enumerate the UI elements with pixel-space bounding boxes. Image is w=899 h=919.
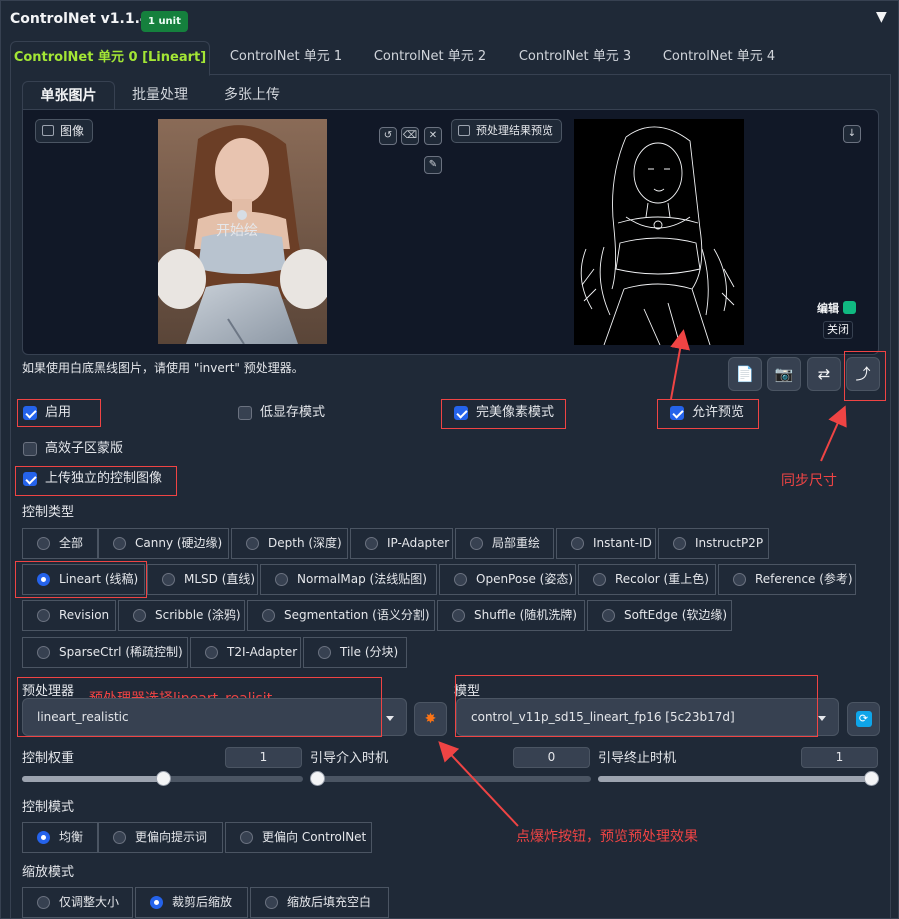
lineart-illustration bbox=[580, 126, 735, 345]
control-type-option[interactable]: 局部重绘 bbox=[455, 528, 554, 559]
control-mode-option[interactable]: 更偏向提示词 bbox=[98, 822, 223, 853]
close-button[interactable]: 关闭 bbox=[823, 321, 853, 339]
control-type-option[interactable]: Instant-ID bbox=[556, 528, 656, 559]
upload-independent-checkbox[interactable]: 上传独立的控制图像 bbox=[23, 470, 162, 490]
brush-icon[interactable]: ✎ bbox=[424, 156, 442, 174]
control-type-option[interactable]: Revision bbox=[22, 600, 116, 631]
tab-multi-upload[interactable]: 多张上传 bbox=[209, 81, 295, 111]
weight-label: 控制权重 bbox=[22, 751, 75, 766]
control-type-option[interactable]: 全部 bbox=[22, 528, 98, 559]
control-mode-option[interactable]: 更偏向 ControlNet bbox=[225, 822, 372, 853]
image-icon bbox=[42, 125, 54, 136]
pixel-perfect-checkbox[interactable]: 完美像素模式 bbox=[454, 404, 554, 424]
unit-count-badge: 1 unit bbox=[141, 11, 188, 32]
control-type-option[interactable]: Shuffle (随机洗牌) bbox=[437, 600, 585, 631]
download-icon[interactable]: ↓ bbox=[843, 125, 861, 143]
annotation-boom: 点爆炸按钮，预览预处理效果 bbox=[516, 829, 698, 845]
control-mode-label: 控制模式 bbox=[22, 800, 75, 815]
control-type-option[interactable]: Canny (硬边缘) bbox=[98, 528, 229, 559]
enable-checkbox[interactable]: 启用 bbox=[23, 404, 71, 424]
resize-mode-option[interactable]: 仅调整大小 bbox=[22, 887, 133, 918]
control-type-option[interactable]: IP-Adapter bbox=[350, 528, 453, 559]
tab-unit-2[interactable]: ControlNet 单元 2 bbox=[362, 41, 498, 75]
image-icon bbox=[458, 125, 470, 136]
control-type-option[interactable]: NormalMap (法线贴图) bbox=[260, 564, 437, 595]
low-vram-checkbox[interactable]: 低显存模式 bbox=[238, 404, 325, 424]
eraser-icon[interactable]: ⌫ bbox=[401, 127, 419, 145]
generate-overlay-text: 开始绘 bbox=[216, 223, 258, 239]
swap-icon[interactable]: ⇄ bbox=[807, 357, 841, 391]
refresh-icon: ⟳ bbox=[855, 711, 872, 727]
run-preprocessor-icon[interactable]: ✸ bbox=[414, 702, 447, 736]
resize-mode-option-selected[interactable]: 裁剪后缩放 bbox=[135, 887, 248, 918]
control-type-option[interactable]: T2I-Adapter bbox=[190, 637, 301, 668]
edit-icon bbox=[842, 301, 856, 314]
weight-slider[interactable] bbox=[22, 771, 303, 786]
preprocess-preview-image bbox=[574, 119, 744, 345]
tab-unit-4[interactable]: ControlNet 单元 4 bbox=[651, 41, 787, 75]
camera-icon[interactable]: 📷 bbox=[767, 357, 801, 391]
preprocessor-label: 预处理器 bbox=[22, 684, 75, 699]
tab-unit-3[interactable]: ControlNet 单元 3 bbox=[507, 41, 643, 75]
image-label: 图像 bbox=[35, 119, 94, 143]
model-dropdown[interactable]: control_v11p_sd15_lineart_fp16 [5c23b17d… bbox=[456, 698, 839, 736]
start-slider[interactable] bbox=[310, 771, 591, 786]
control-type-option[interactable]: SparseCtrl (稀疏控制) bbox=[22, 637, 188, 668]
collapse-toggle-icon[interactable]: ▼ bbox=[876, 9, 887, 25]
control-type-option[interactable]: Reference (参考) bbox=[718, 564, 856, 595]
end-slider[interactable] bbox=[598, 771, 879, 786]
start-input[interactable]: 0 bbox=[513, 747, 590, 768]
control-type-option[interactable]: Tile (分块) bbox=[303, 637, 407, 668]
allow-preview-checkbox[interactable]: 允许预览 bbox=[670, 404, 744, 424]
tab-batch[interactable]: 批量处理 bbox=[117, 81, 203, 111]
control-type-label: 控制类型 bbox=[22, 505, 75, 520]
start-label: 引导介入时机 bbox=[310, 751, 389, 766]
control-type-option[interactable]: InstructP2P bbox=[658, 528, 769, 559]
sync-size-icon[interactable]: ⤴ bbox=[846, 357, 880, 391]
resize-mode-label: 缩放模式 bbox=[22, 865, 75, 880]
end-input[interactable]: 1 bbox=[801, 747, 878, 768]
chevron-down-icon bbox=[818, 716, 826, 721]
edit-button[interactable]: 编辑 bbox=[817, 300, 860, 318]
control-type-option[interactable]: Depth (深度) bbox=[231, 528, 348, 559]
clear-icon[interactable]: ✕ bbox=[424, 127, 442, 145]
resize-mode-option[interactable]: 缩放后填充空白 bbox=[250, 887, 389, 918]
annotation-sync-size: 同步尺寸 bbox=[781, 473, 837, 489]
unit-tabs: ControlNet 单元 0 [Lineart] ControlNet 单元 … bbox=[10, 41, 891, 76]
control-type-option-selected[interactable]: Lineart (线稿) bbox=[22, 564, 145, 595]
preprocess-preview-label: 预处理结果预览 bbox=[451, 119, 562, 143]
model-label: 模型 bbox=[454, 684, 481, 699]
tab-single-image[interactable]: 单张图片 bbox=[22, 81, 115, 111]
uploaded-image[interactable]: 开始绘 bbox=[158, 119, 327, 344]
controlnet-panel: ControlNet v1.1.455 1 unit ▼ ControlNet … bbox=[0, 0, 899, 919]
new-canvas-icon[interactable]: 📄 bbox=[728, 357, 762, 391]
end-label: 引导终止时机 bbox=[598, 751, 677, 766]
tab-unit-0[interactable]: ControlNet 单元 0 [Lineart] bbox=[10, 41, 210, 76]
control-mode-option-selected[interactable]: 均衡 bbox=[22, 822, 98, 853]
control-type-option[interactable]: MLSD (直线) bbox=[147, 564, 258, 595]
refresh-models-button[interactable]: ⟳ bbox=[847, 702, 880, 736]
chevron-down-icon bbox=[386, 716, 394, 721]
efficient-mask-checkbox[interactable]: 高效子区蒙版 bbox=[23, 440, 123, 460]
preprocessor-dropdown[interactable]: lineart_realistic bbox=[22, 698, 407, 736]
control-type-option[interactable]: OpenPose (姿态) bbox=[439, 564, 576, 595]
weight-input[interactable]: 1 bbox=[225, 747, 302, 768]
invert-hint: 如果使用白底黑线图片，请使用 "invert" 预处理器。 bbox=[22, 361, 304, 375]
control-type-option[interactable]: Scribble (涂鸦) bbox=[118, 600, 245, 631]
control-type-option[interactable]: SoftEdge (软边缘) bbox=[587, 600, 732, 631]
tab-unit-1[interactable]: ControlNet 单元 1 bbox=[218, 41, 354, 75]
control-type-option[interactable]: Recolor (重上色) bbox=[578, 564, 716, 595]
undo-icon[interactable]: ↺ bbox=[379, 127, 397, 145]
control-type-option[interactable]: Segmentation (语义分割) bbox=[247, 600, 435, 631]
image-area bbox=[22, 109, 879, 355]
